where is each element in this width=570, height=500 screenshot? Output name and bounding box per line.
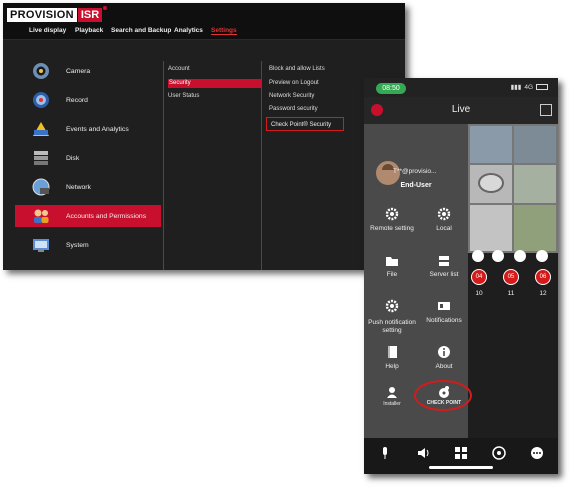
menu-record[interactable]: Record [15,89,161,111]
more-icon[interactable] [530,446,544,460]
app-header: Live [364,97,558,124]
user-email: T**@provisio... [393,168,437,175]
drawer-help[interactable]: Help [367,363,417,370]
menu-label: Record [66,96,88,104]
channel-number: 10 [475,290,483,297]
drawer-notifications[interactable]: Notifications [419,317,469,324]
menu-label: Disk [66,154,80,162]
menu-label: Accounts and Permissions [66,212,147,220]
previous-icon[interactable] [492,250,504,262]
channel-number: 12 [539,290,547,297]
system-icon [33,239,49,252]
menu-label: System [66,241,89,249]
menu-events-analytics[interactable]: Events and Analytics [15,118,161,140]
submenu-user-status[interactable]: User Status [168,93,199,99]
option-preview-on-logout[interactable]: Preview on Logout [269,80,319,86]
checkpoint-highlight-annotation [414,380,472,411]
nav-settings[interactable]: Settings [211,27,237,35]
camera-tile[interactable] [470,126,512,163]
ptz-icon[interactable] [492,446,506,460]
drawer-about[interactable]: About [419,363,469,370]
nav-analytics[interactable]: Analytics [174,27,203,34]
column-divider [163,61,164,270]
option-password-security[interactable]: Password security [269,106,318,112]
gear-icon[interactable] [385,207,399,221]
menu-camera[interactable]: Camera [15,60,161,82]
page-title: Live [451,104,471,115]
server-list-icon[interactable] [437,254,451,268]
microphone-icon[interactable] [378,446,392,460]
channel-number: 11 [507,290,515,297]
status-indicators: ▮▮▮ 4G [511,83,548,91]
channel-badge[interactable]: 04 [471,269,487,285]
status-time: 08:50 [376,83,406,94]
drawer-server-list[interactable]: Server list [419,271,469,278]
accounts-icon [34,209,49,223]
submenu-security[interactable]: Security [168,79,261,88]
channel-badge[interactable]: 05 [503,269,519,285]
nav-playback[interactable]: Playback [75,27,103,34]
camera-tile[interactable] [470,205,512,251]
menu-label: Camera [66,67,91,75]
menu-disk[interactable]: Disk [15,147,161,169]
gear-icon[interactable] [385,299,399,313]
user-role: End-User [400,182,432,189]
home-indicator [429,466,493,469]
installer-icon[interactable] [385,385,399,399]
provision-isr-logo: PROVISION ISR [7,6,108,24]
events-icon [33,122,49,136]
record-icon [33,92,49,108]
info-icon[interactable] [437,345,451,359]
option-checkpoint-security[interactable]: Check Point® Security [266,117,344,131]
logo-brand: PROVISION [7,8,77,22]
nav-live-display[interactable]: Live display [29,27,66,34]
folder-icon[interactable] [385,254,399,268]
network-type: 4G [524,83,533,91]
camera-tile[interactable] [514,165,556,203]
qr-scan-icon[interactable] [540,104,552,116]
speaker-icon[interactable] [416,446,430,460]
gear-icon[interactable] [437,207,451,221]
drawer-remote-setting[interactable]: Remote setting [367,225,417,232]
menu-network[interactable]: Network [15,176,161,198]
notifications-icon[interactable] [437,299,451,313]
camera-icon [33,63,49,79]
submenu-account[interactable]: Account [168,66,190,72]
option-network-security[interactable]: Network Security [269,93,314,99]
camera-tile[interactable] [514,126,556,163]
nav-search-backup[interactable]: Search and Backup [111,27,171,34]
grid-icon[interactable] [454,446,468,460]
status-bar: 08:50 ▮▮▮ 4G [364,78,558,97]
menu-system[interactable]: System [15,234,161,256]
battery-icon [536,84,548,90]
grid-layout-icon[interactable] [472,250,484,262]
menu-label: Events and Analytics [66,125,129,133]
help-icon[interactable] [385,345,399,359]
camera-tile[interactable] [470,165,512,203]
drawer-installer[interactable]: Installer [367,401,417,407]
network-icon [32,178,50,196]
layout-icon[interactable] [536,250,548,262]
camera-tile[interactable] [514,205,556,251]
bottom-nav [364,438,558,474]
menu-label: Network [66,183,91,191]
nvr-top-bar: PROVISION ISR Live display Playback Sear… [3,3,405,40]
drawer-push-notification-setting[interactable]: Push notification setting [364,319,420,335]
disk-icon [34,151,48,165]
signal-icon: ▮▮▮ [510,84,522,91]
next-icon[interactable] [514,250,526,262]
channel-badge[interactable]: 06 [535,269,551,285]
drawer-local[interactable]: Local [419,225,469,232]
menu-accounts-permissions[interactable]: Accounts and Permissions [15,205,161,227]
logo-suffix: ISR [77,8,103,22]
option-block-allow-lists[interactable]: Block and allow Lists [269,66,325,72]
drawer-file[interactable]: File [367,271,417,278]
column-divider [261,61,262,270]
mobile-app-screen: 08:50 ▮▮▮ 4G Live T**@provisio... End-Us… [364,78,558,474]
nvr-settings-window: PROVISION ISR Live display Playback Sear… [3,3,405,270]
camera-grid [468,124,558,253]
logo-registered-mark [103,6,108,10]
